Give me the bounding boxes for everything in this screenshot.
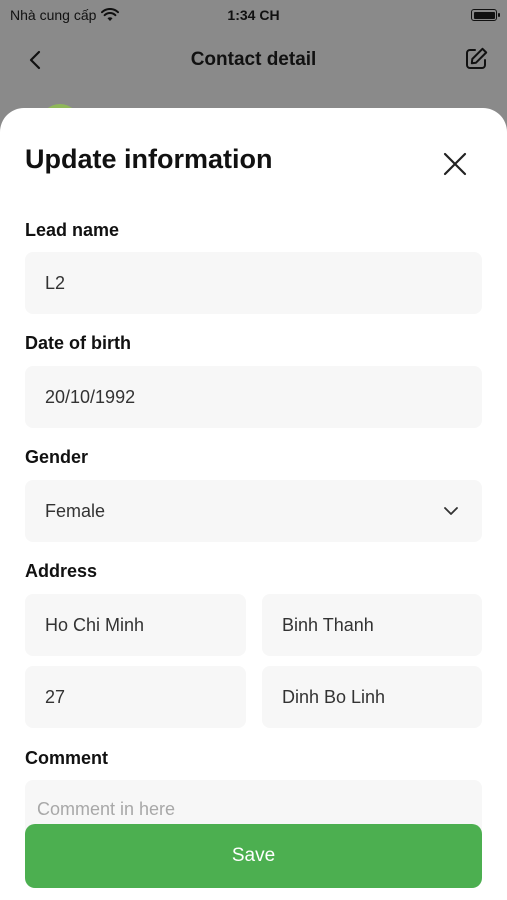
address-city-value: Ho Chi Minh [45,614,145,635]
carrier-label: Nhà cung cấp [10,7,97,23]
comment-placeholder: Comment in here [37,799,176,819]
sheet-title: Update information [25,144,273,174]
nav-title: Contact detail [190,49,317,70]
lead-name-value: L2 [45,272,66,293]
gender-select[interactable]: Female [25,480,482,542]
status-bar: Nhà cung cấp 1:34 CH [0,0,507,30]
gender-value: Female [45,500,106,521]
close-icon[interactable] [439,148,471,180]
status-time: 1:34 CH [227,7,280,23]
address-number-input[interactable]: 27 [25,666,246,728]
back-icon[interactable] [22,46,50,74]
date-of-birth-label: Date of birth [25,333,131,353]
edit-icon[interactable] [461,44,491,74]
status-left: Nhà cung cấp [10,7,120,23]
address-street-input[interactable]: Dinh Bo Linh [262,666,482,728]
lead-name-label: Lead name [25,220,120,240]
address-street-value: Dinh Bo Linh [282,686,386,707]
nav-bar: Contact detail [0,38,507,82]
comment-label: Comment [25,748,109,768]
date-of-birth-input[interactable]: 20/10/1992 [25,366,482,428]
battery-icon [471,9,500,21]
update-information-sheet: Update information Lead name L2 Date of … [0,108,507,900]
address-city-input[interactable]: Ho Chi Minh [25,594,246,656]
address-district-value: Binh Thanh [282,614,374,635]
gender-label: Gender [25,447,89,467]
address-label: Address [25,561,98,581]
address-number-value: 27 [45,686,66,707]
save-button[interactable]: Save [25,824,482,888]
chevron-down-icon [444,507,458,515]
lead-name-input[interactable]: L2 [25,252,482,314]
date-of-birth-value: 20/10/1992 [45,386,136,407]
address-district-input[interactable]: Binh Thanh [262,594,482,656]
wifi-icon [101,8,120,21]
